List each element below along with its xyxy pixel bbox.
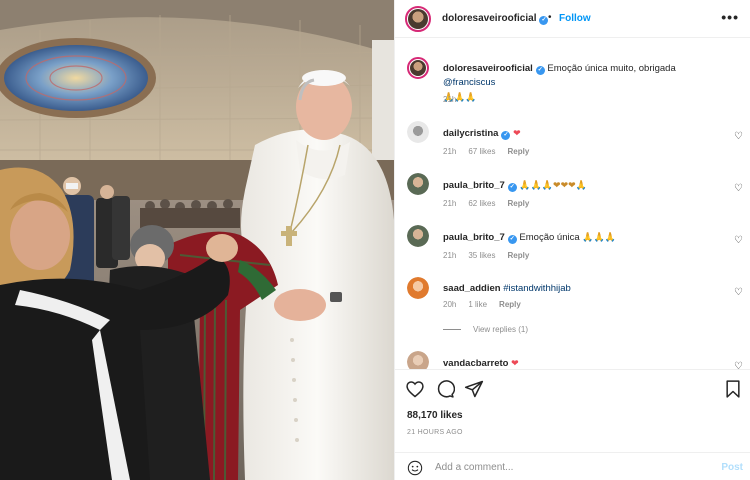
verified-badge-icon: ✓ bbox=[501, 131, 511, 140]
caption-text: Emoção única muito, obrigada bbox=[547, 63, 676, 74]
comment-username[interactable]: saad_addien bbox=[443, 283, 501, 294]
instagram-post-modal: doloresaveirooficial ✓ • Follow ••• dolor… bbox=[0, 0, 750, 480]
like-comment-heart-icon[interactable]: ♡ bbox=[734, 361, 743, 369]
likes-count[interactable]: 88,170 likes bbox=[407, 410, 463, 421]
comment-likes[interactable]: 35 likes bbox=[468, 251, 495, 260]
comment-username[interactable]: paula_brito_7 bbox=[443, 180, 505, 191]
comment-meta: 21h 67 likes Reply bbox=[443, 147, 541, 156]
follow-button[interactable]: Follow bbox=[559, 13, 591, 24]
reply-button[interactable]: Reply bbox=[499, 300, 521, 309]
bookmark-icon[interactable] bbox=[723, 379, 743, 399]
like-comment-heart-icon[interactable]: ♡ bbox=[734, 131, 743, 142]
caption-username[interactable]: doloresaveirooficial bbox=[443, 63, 533, 74]
comment-icon[interactable] bbox=[435, 379, 455, 399]
comment-input[interactable] bbox=[435, 458, 695, 476]
verified-badge-icon: ✓ bbox=[507, 183, 517, 192]
comment-avatar[interactable] bbox=[407, 277, 429, 299]
comment-username[interactable]: dailycristina bbox=[443, 128, 498, 139]
comment-likes[interactable]: 67 likes bbox=[468, 147, 495, 156]
comment-avatar[interactable] bbox=[407, 121, 429, 143]
comment-avatar[interactable] bbox=[407, 351, 429, 369]
verified-badge-icon: ✓ bbox=[535, 66, 545, 75]
comment-time[interactable]: 20h bbox=[443, 300, 456, 309]
add-comment-bar: Post bbox=[395, 452, 750, 480]
verified-badge-icon: ✓ bbox=[507, 235, 517, 244]
comment-body: paula_brito_7 ✓ 🙏🙏🙏❤❤❤🙏 bbox=[443, 178, 723, 193]
comment-time[interactable]: 21h bbox=[443, 251, 456, 260]
comment-emoji: ❤ bbox=[513, 128, 521, 138]
comment-username[interactable]: vandacbarreto bbox=[443, 358, 508, 369]
emoji-icon[interactable] bbox=[407, 460, 423, 476]
caption-avatar[interactable] bbox=[407, 57, 429, 79]
author-username[interactable]: doloresaveirooficial ✓ bbox=[442, 13, 549, 25]
reply-button[interactable]: Reply bbox=[507, 251, 529, 260]
post-header: doloresaveirooficial ✓ • Follow ••• bbox=[395, 0, 750, 38]
comment-likes[interactable]: 1 like bbox=[468, 300, 487, 309]
comment-emoji: 🙏🙏🙏 bbox=[582, 232, 616, 242]
reply-button[interactable]: Reply bbox=[507, 199, 529, 208]
comment-meta: 21h 35 likes Reply bbox=[443, 251, 541, 260]
reply-button[interactable]: Reply bbox=[507, 147, 529, 156]
view-replies-line bbox=[443, 329, 461, 331]
caption-meta: 21h bbox=[443, 95, 468, 104]
comment-username[interactable]: paula_brito_7 bbox=[443, 232, 505, 243]
post-actions: 88,170 likes 21 HOURS AGO Post bbox=[395, 369, 750, 480]
comment-meta: 20h 1 like Reply bbox=[443, 300, 533, 309]
comment-hashtag[interactable]: #istandwithhijab bbox=[503, 283, 571, 294]
caption-mention[interactable]: @franciscus bbox=[443, 77, 495, 88]
like-comment-heart-icon[interactable]: ♡ bbox=[734, 183, 743, 194]
comment-text: Emoção única bbox=[519, 232, 583, 243]
comment-meta: 21h 62 likes Reply bbox=[443, 199, 541, 208]
comment-avatar[interactable] bbox=[407, 225, 429, 247]
heart-icon[interactable] bbox=[405, 379, 425, 399]
header-separator: • bbox=[548, 12, 552, 23]
comment-time[interactable]: 21h bbox=[443, 199, 456, 208]
post-comment-button[interactable]: Post bbox=[721, 462, 743, 473]
post-sidebar: doloresaveirooficial ✓ • Follow ••• dolor… bbox=[394, 0, 750, 480]
like-comment-heart-icon[interactable]: ♡ bbox=[734, 235, 743, 246]
caption-body: doloresaveirooficial ✓ Emoção única muito… bbox=[443, 62, 723, 105]
more-options-icon[interactable]: ••• bbox=[721, 9, 739, 25]
author-avatar[interactable] bbox=[405, 6, 431, 32]
comment-body: vandacbarreto ❤ bbox=[443, 356, 723, 369]
like-comment-heart-icon[interactable]: ♡ bbox=[734, 287, 743, 298]
comment-body: dailycristina ✓ ❤ bbox=[443, 126, 723, 141]
comment-emoji: ❤ bbox=[511, 358, 519, 368]
comment-avatar[interactable] bbox=[407, 173, 429, 195]
view-replies-label[interactable]: View replies (1) bbox=[473, 325, 528, 334]
caption-time[interactable]: 21h bbox=[443, 95, 456, 104]
comments-list[interactable]: doloresaveirooficial ✓ Emoção única muito… bbox=[395, 39, 750, 369]
comment-likes[interactable]: 62 likes bbox=[468, 199, 495, 208]
comment-emoji: 🙏🙏🙏❤❤❤🙏 bbox=[519, 180, 587, 190]
comment-time[interactable]: 21h bbox=[443, 147, 456, 156]
comment-body: saad_addien #istandwithhijab bbox=[443, 282, 723, 296]
post-timestamp[interactable]: 21 HOURS AGO bbox=[407, 429, 463, 436]
share-icon[interactable] bbox=[464, 379, 484, 399]
view-replies-button[interactable]: View replies (1) bbox=[443, 325, 528, 334]
comment-body: paula_brito_7 ✓ Emoção única 🙏🙏🙏 bbox=[443, 230, 723, 245]
post-photo bbox=[0, 0, 394, 480]
